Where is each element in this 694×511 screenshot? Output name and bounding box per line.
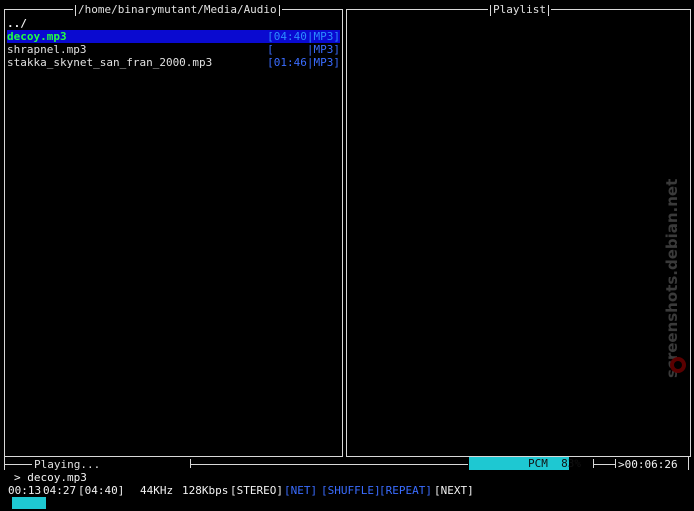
total-playlist-time: >00:06:26: [618, 458, 678, 471]
status-divider: [190, 464, 468, 465]
playback-progress-fill: [12, 497, 46, 509]
info-line: 00:13 04:27 [04:40] 44KHz 128Kbps [STERE…: [8, 484, 688, 497]
file-meta: [01:46|MP3]: [267, 56, 340, 69]
parent-directory-label: ../: [7, 17, 27, 30]
track-duration: [04:40]: [78, 484, 125, 497]
volume-label: PCM 83%: [528, 457, 581, 470]
remaining-time: 04:27: [43, 484, 77, 497]
file-list-item[interactable]: shrapnel.mp3 [ |MP3]: [7, 43, 340, 56]
now-playing-title: > decoy.mp3: [14, 471, 87, 484]
file-meta: [ |MP3]: [267, 43, 340, 56]
file-name: decoy.mp3: [7, 30, 67, 43]
file-list-item[interactable]: decoy.mp3 [04:40|MP3]: [7, 30, 340, 43]
file-browser-panel: /home/binarymutant/Media/Audio ../ decoy…: [4, 3, 343, 457]
debian-logo-icon: [670, 357, 686, 373]
playlist-title: Playlist: [488, 3, 551, 16]
status-divider: [593, 464, 615, 465]
status-divider-tick: [593, 459, 594, 468]
file-name: shrapnel.mp3: [7, 43, 87, 56]
next-toggle[interactable]: [NEXT]: [434, 484, 474, 497]
repeat-toggle[interactable]: [REPEAT]: [379, 484, 432, 497]
elapsed-time: 00:13: [8, 484, 42, 497]
status-divider: [4, 464, 32, 465]
playback-state: Playing...: [34, 458, 101, 471]
net-toggle[interactable]: [NET]: [284, 484, 317, 497]
playlist-panel[interactable]: Playlist: [346, 3, 691, 457]
shuffle-toggle[interactable]: [SHUFFLE]: [321, 484, 381, 497]
bitrate: 128Kbps: [182, 484, 229, 497]
stereo-indicator: [STEREO]: [230, 484, 283, 497]
file-list-item[interactable]: stakka_skynet_san_fran_2000.mp3 [01:46|M…: [7, 56, 340, 69]
file-name: stakka_skynet_san_fran_2000.mp3: [7, 56, 213, 69]
volume-bar[interactable]: PCM 83%: [469, 457, 589, 470]
playback-progress-bar[interactable]: [12, 497, 688, 509]
parent-directory-item[interactable]: ../: [7, 17, 340, 30]
file-meta: [04:40|MP3]: [267, 30, 340, 43]
status-divider-tick: [615, 459, 616, 468]
status-right-border: [688, 457, 689, 470]
sample-rate: 44KHz: [140, 484, 174, 497]
file-browser-title: /home/binarymutant/Media/Audio: [73, 3, 282, 16]
watermark-text: screenshots.debian.net: [663, 178, 681, 378]
